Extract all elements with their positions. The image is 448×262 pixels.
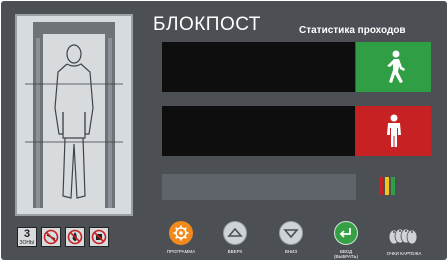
zone-icon-row: 3 ЗОНЫ [17,227,137,251]
no-metal-icon [41,227,61,247]
pass-denied-lamp [356,106,431,156]
enter-icon [339,228,351,238]
indicator-yellow [385,177,389,195]
counter-display-bottom [162,106,355,156]
gear-icon [173,225,189,241]
arrow-up-icon [227,227,243,237]
enter-sublabel-text: (ВЫБРАТЬ) [334,254,358,259]
traffic-light-indicator [379,177,395,195]
control-panel: 3 ЗОНЫ БЛОКПОСТ Статистика проходов ПРОГ… [1,1,447,260]
enter-button[interactable] [334,221,358,245]
indicator-red [379,177,383,195]
walk-through-gate-view [15,14,133,216]
indicator-green [391,177,395,195]
no-entry-icon [89,227,109,247]
down-label: ВНИЗ [284,249,298,254]
up-label: ВВЕРХ [227,249,243,254]
brand-logo: БЛОКПОСТ [153,14,261,35]
program-button[interactable] [169,221,193,245]
no-fire-icon [65,227,85,247]
key-fobs-icon [386,225,422,247]
page-title: Статистика проходов [299,25,406,36]
metal-detector-gate-illustration [25,22,123,208]
zones-count-badge: 3 ЗОНЫ [17,227,37,247]
zones-count-label: ЗОНЫ [19,240,35,246]
pass-allowed-lamp [356,42,431,92]
counter-display-top [162,42,355,92]
walking-person-icon [387,50,405,83]
up-button[interactable] [223,221,247,245]
status-display [162,174,356,200]
program-label: ПРОГРАММА [166,249,196,254]
zones-count-number: 3 [23,228,31,240]
down-button[interactable] [279,221,303,245]
enter-label: ВВОД (ВЫБРАТЬ) [321,249,371,259]
arrow-down-icon [283,229,299,239]
standing-person-icon [387,114,401,147]
key-fobs-label: ОЧКИ КАРТЕЖА [386,251,422,256]
